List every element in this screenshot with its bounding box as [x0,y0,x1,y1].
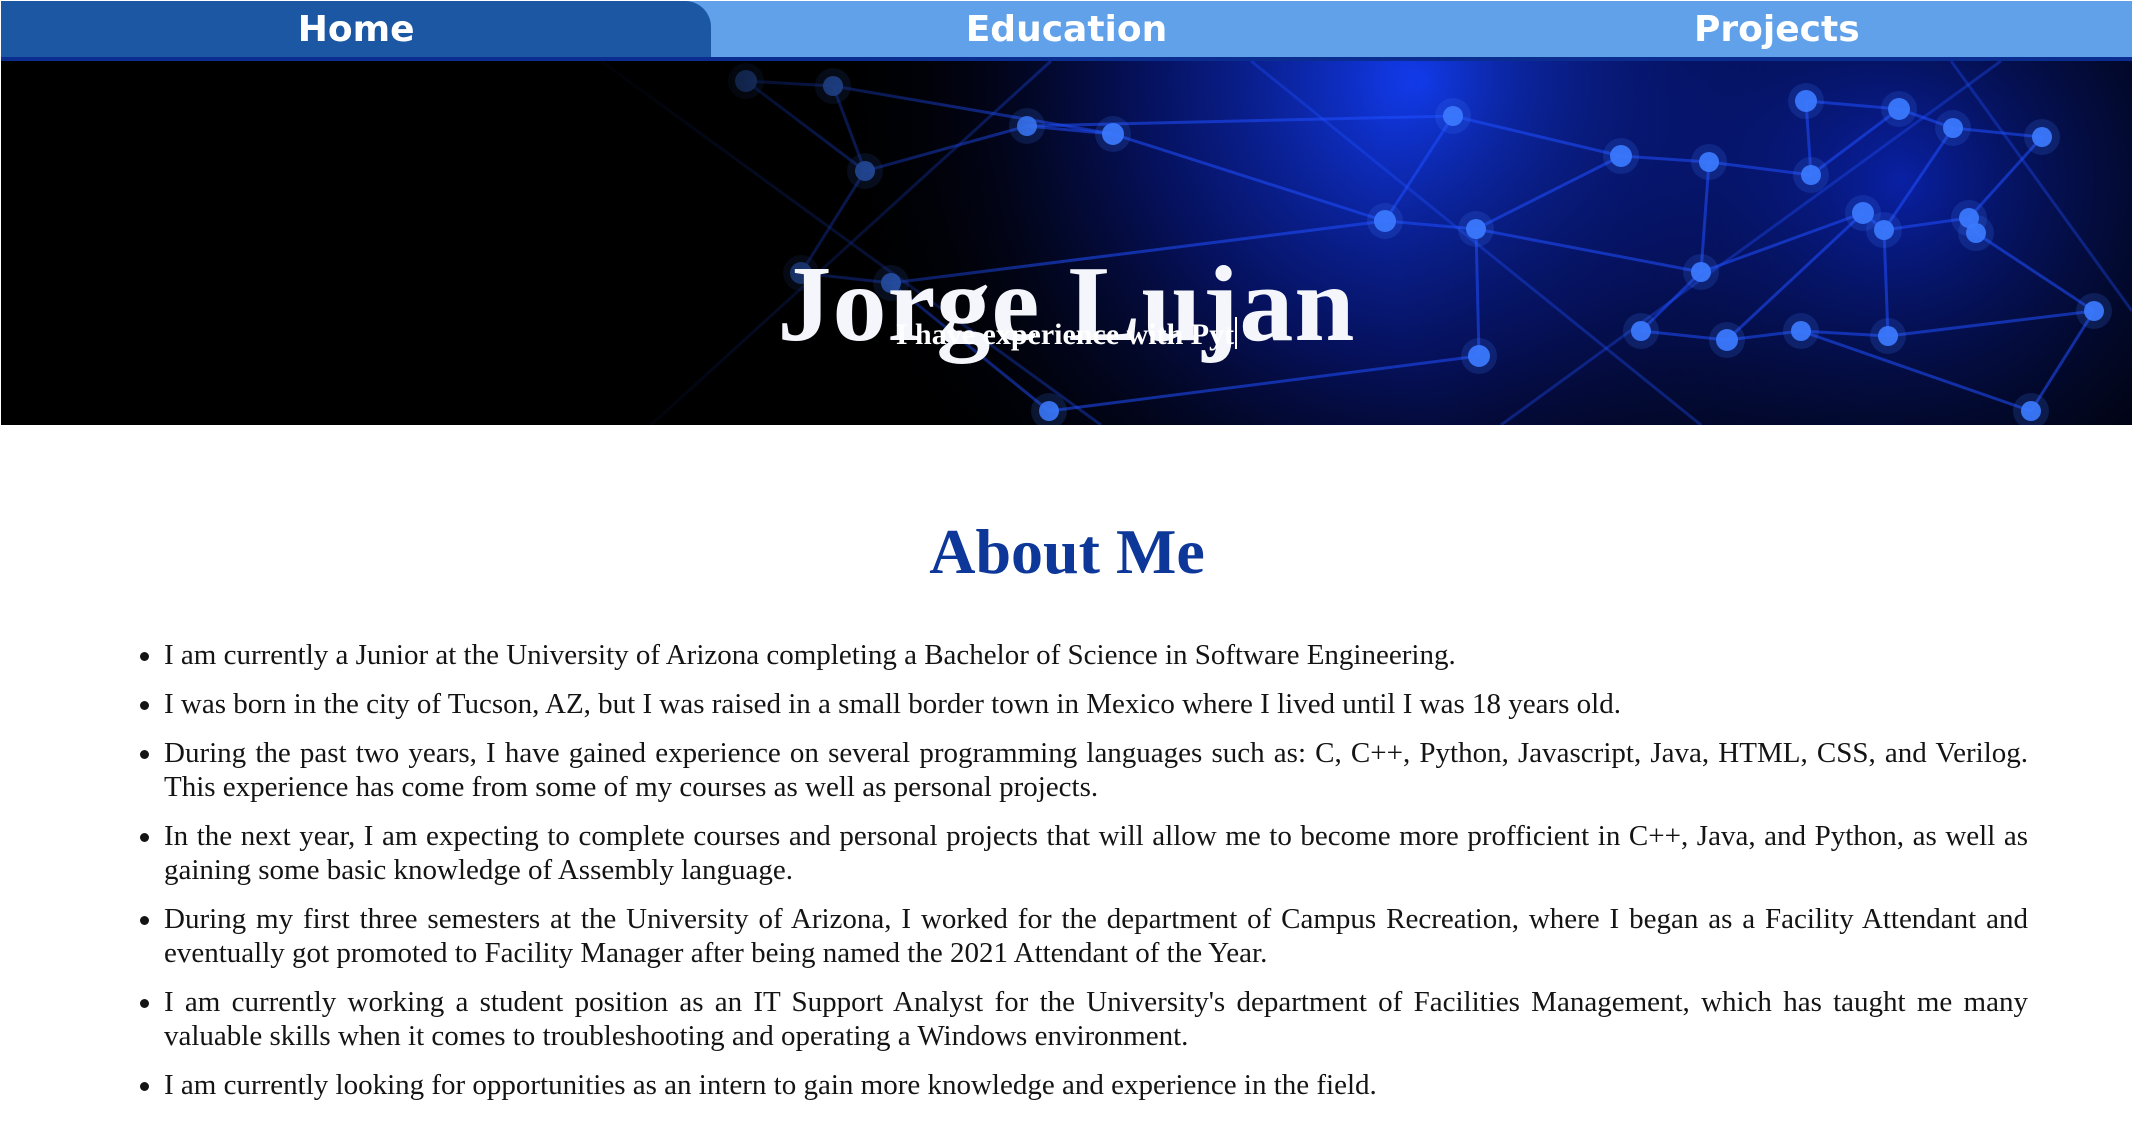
hero-banner: Jorge Lujan I have experience with Pyt [1,61,2132,425]
list-item: I am currently a Junior at the Universit… [140,638,2028,672]
typed-text: I have experience with Pyt [895,318,1235,351]
list-item: During my first three semesters at the U… [140,903,2028,969]
list-item: During the past two years, I have gained… [140,737,2028,803]
list-item: In the next year, I am expecting to comp… [140,820,2028,886]
top-navigation: Home Education Projects [1,1,2132,61]
nav-tab-home[interactable]: Home [1,1,712,57]
typed-subtitle: I have experience with Pyt [1,317,2132,350]
nav-tab-education[interactable]: Education [711,1,1421,57]
network-background-image [1,61,2132,425]
typing-caret [1235,317,1238,349]
about-me-list: I am currently a Junior at the Universit… [140,638,2028,1117]
nav-tab-projects[interactable]: Projects [1422,1,2132,57]
list-item: I am currently looking for opportunities… [140,1068,2028,1102]
list-item: I was born in the city of Tucson, AZ, bu… [140,687,2028,721]
list-item: I am currently working a student positio… [140,986,2028,1052]
about-me-heading: About Me [929,516,1205,587]
